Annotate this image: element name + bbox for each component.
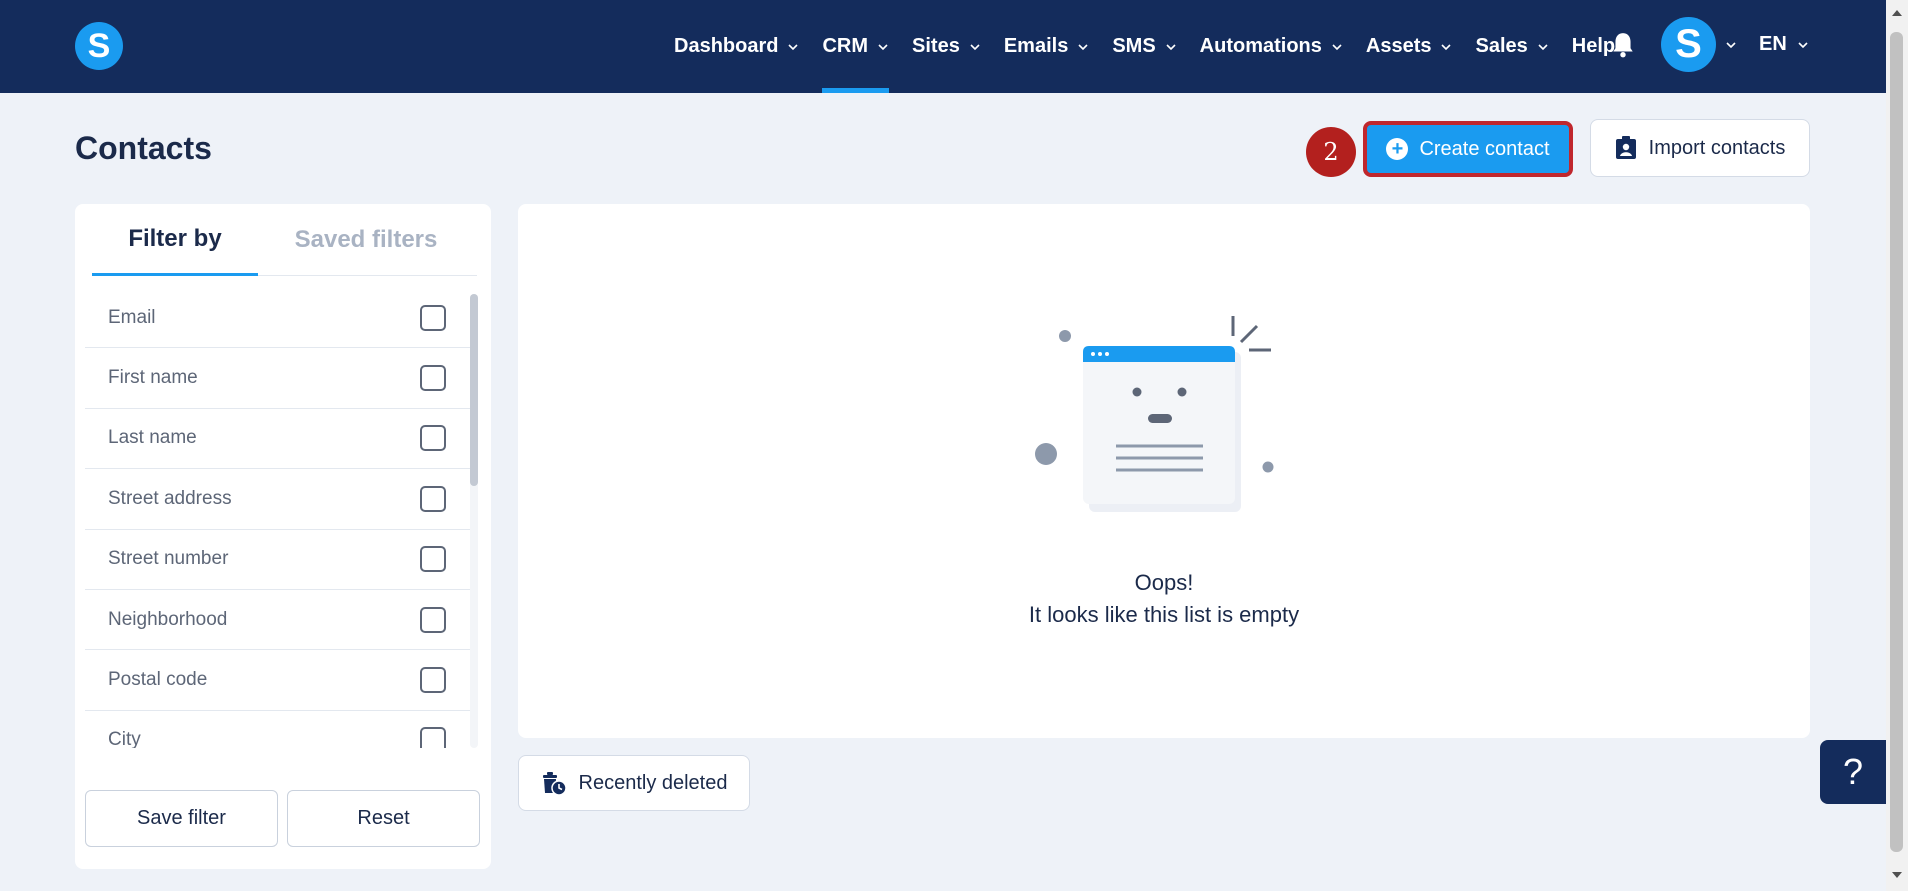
- chevron-down-icon: [1538, 43, 1548, 50]
- filter-panel: Filter by Saved filters Email First name L…: [75, 204, 491, 869]
- chevron-down-icon: [878, 43, 888, 50]
- filter-label: Email: [108, 306, 156, 328]
- nav-item-sales[interactable]: Sales: [1475, 0, 1548, 93]
- empty-state-subtitle: It looks like this list is empty: [1028, 602, 1300, 627]
- nav-item-label: Sales: [1475, 35, 1528, 57]
- nav-item-label: Automations: [1199, 35, 1322, 57]
- nav-item-sites[interactable]: Sites: [912, 0, 981, 93]
- help-fab-button[interactable]: ?: [1820, 740, 1886, 804]
- tab-filter-by[interactable]: Filter by: [92, 204, 258, 276]
- filter-checkbox[interactable]: [420, 485, 446, 512]
- recently-deleted-button[interactable]: Recently deleted: [518, 755, 750, 811]
- filter-label: Street address: [108, 487, 232, 509]
- user-avatar[interactable]: S: [1661, 17, 1716, 72]
- chevron-down-icon: [1332, 43, 1342, 50]
- bell-icon[interactable]: [1610, 31, 1636, 59]
- plus-circle-icon: +: [1386, 138, 1409, 160]
- filter-checkbox[interactable]: [420, 606, 446, 633]
- nav-item-assets[interactable]: Assets: [1366, 0, 1453, 93]
- nav-item-label: SMS: [1112, 35, 1156, 57]
- nav-item-label: CRM: [822, 35, 869, 57]
- contacts-list-panel: Oops! It looks like this list is empty: [518, 204, 1810, 738]
- nav-item-crm[interactable]: CRM: [822, 0, 889, 93]
- recently-deleted-label: Recently deleted: [578, 771, 728, 794]
- chevron-down-icon[interactable]: [1725, 39, 1737, 51]
- import-contacts-button[interactable]: Import contacts: [1590, 119, 1810, 177]
- filter-row[interactable]: Email: [85, 288, 471, 349]
- chevron-down-icon: [970, 43, 980, 50]
- filter-row[interactable]: City: [85, 711, 471, 748]
- filter-row[interactable]: First name: [85, 348, 471, 409]
- reset-button[interactable]: Reset: [287, 790, 480, 847]
- filter-checkbox[interactable]: [420, 365, 446, 392]
- filter-label: First name: [108, 367, 198, 389]
- step-badge: 2: [1306, 127, 1356, 177]
- nav-item-label: Help: [1571, 35, 1616, 57]
- empty-list-illustration: [1035, 316, 1274, 512]
- filter-label: Last name: [108, 427, 197, 449]
- create-contact-label: Create contact: [1419, 137, 1550, 160]
- import-contacts-label: Import contacts: [1648, 136, 1786, 159]
- filter-row[interactable]: Street number: [85, 530, 471, 590]
- trash-clock-icon: [542, 772, 567, 796]
- nav-item-automations[interactable]: Automations: [1200, 0, 1343, 93]
- chevron-down-icon[interactable]: [1797, 39, 1809, 51]
- filter-row[interactable]: Last name: [85, 409, 471, 470]
- filter-row[interactable]: Neighborhood: [85, 590, 471, 651]
- nav-item-dashboard[interactable]: Dashboard: [674, 0, 799, 93]
- chevron-down-icon: [1078, 43, 1088, 50]
- language-selector[interactable]: EN: [1759, 33, 1787, 56]
- filter-checkbox[interactable]: [420, 425, 446, 452]
- top-navbar: S Dashboard CRM Sites Emails SMS Automations A…: [0, 0, 1886, 93]
- filter-checkbox[interactable]: [420, 546, 446, 573]
- nav-item-label: Emails: [1003, 35, 1069, 57]
- nav-item-label: Sites: [912, 35, 960, 57]
- nav-item-help[interactable]: Help: [1572, 0, 1615, 93]
- page-scrollbar-thumb[interactable]: [1890, 32, 1903, 852]
- chevron-down-icon: [1166, 43, 1176, 50]
- scroll-down-icon[interactable]: [1889, 868, 1905, 882]
- filter-label: Neighborhood: [108, 608, 228, 630]
- contact-card-icon: [1615, 136, 1636, 159]
- nav-item-sms[interactable]: SMS: [1112, 0, 1176, 93]
- scroll-up-icon[interactable]: [1889, 6, 1905, 20]
- nav-item-emails[interactable]: Emails: [1004, 0, 1089, 93]
- filter-list: Email First name Last name Street address St…: [85, 288, 471, 748]
- filter-tabs: Filter by Saved filters: [92, 204, 477, 276]
- create-contact-button[interactable]: + Create contact: [1363, 121, 1573, 177]
- tab-saved-filters[interactable]: Saved filters: [278, 204, 454, 276]
- brand-logo[interactable]: S: [75, 22, 123, 70]
- nav-item-label: Dashboard: [674, 35, 779, 57]
- empty-state-title: Oops!: [1134, 570, 1194, 595]
- filter-label: City: [108, 729, 141, 748]
- filter-label: Street number: [108, 548, 229, 570]
- filter-checkbox[interactable]: [420, 667, 446, 694]
- save-filter-button[interactable]: Save filter: [85, 790, 278, 847]
- filter-checkbox[interactable]: [420, 304, 446, 331]
- chevron-down-icon: [1441, 43, 1452, 50]
- chevron-down-icon: [788, 43, 799, 50]
- filter-row[interactable]: Postal code: [85, 650, 471, 711]
- filter-row[interactable]: Street address: [85, 469, 471, 530]
- filter-checkbox[interactable]: [420, 727, 446, 748]
- main-nav: Dashboard CRM Sites Emails SMS Automations Ass…: [674, 0, 1638, 93]
- filter-scrollbar[interactable]: [470, 294, 478, 486]
- filter-label: Postal code: [108, 669, 208, 691]
- nav-item-label: Assets: [1365, 35, 1432, 57]
- page-title: Contacts: [75, 130, 212, 166]
